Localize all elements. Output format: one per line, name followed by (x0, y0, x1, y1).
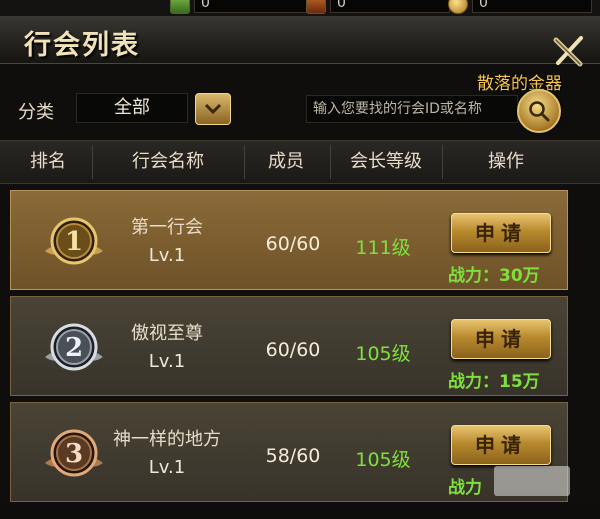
red-resource-icon (306, 0, 326, 14)
leader-level: 111级 (355, 237, 411, 259)
guild-level: Lv.1 (148, 457, 186, 478)
guild-name: 第一行会 (131, 217, 203, 238)
gold-coin-icon (448, 0, 468, 14)
panel-bottom-edge (0, 505, 600, 519)
green-resource-icon (170, 0, 190, 14)
rank-number: 1 (65, 227, 83, 257)
resource-slot: 0 (170, 0, 314, 14)
header-leader-level: 会长等级 (350, 151, 422, 172)
member-count: 60/60 (265, 233, 321, 255)
resource-value: 0 (472, 0, 592, 13)
power-label: 战力： (448, 266, 499, 286)
power-label: 战力 (448, 478, 482, 498)
resource-value: 0 (194, 0, 314, 13)
resource-slot: 0 (448, 0, 592, 14)
power-value: 15万 (499, 372, 540, 392)
guild-level: Lv.1 (148, 245, 186, 266)
header-divider (330, 145, 331, 179)
combat-power: 战力：15万 (448, 367, 540, 392)
leader-level: 105级 (355, 449, 411, 471)
search-input[interactable] (306, 95, 518, 123)
apply-button[interactable]: 申请 (451, 213, 551, 253)
resource-bar: 0 0 0 (0, 0, 600, 16)
apply-button[interactable]: 申请 (451, 425, 551, 465)
guild-level: Lv.1 (148, 351, 186, 372)
chevron-down-icon (204, 103, 222, 115)
category-select[interactable]: 全部 (76, 93, 188, 123)
combat-power: 战力 (448, 473, 482, 498)
resource-slot: 0 (306, 0, 450, 14)
search-button[interactable] (517, 89, 561, 133)
header-members: 成员 (268, 151, 304, 172)
combat-power: 战力：30万 (448, 261, 540, 286)
window-titlebar: 行会列表 (0, 16, 600, 67)
watermark-overlay (494, 466, 570, 496)
apply-button[interactable]: 申请 (451, 319, 551, 359)
rank-gold-medal-icon: 1 (45, 217, 103, 265)
header-rank: 排名 (30, 151, 66, 172)
guild-link-text[interactable]: 散落的金器 (477, 69, 562, 94)
rank-silver-medal-icon: 2 (45, 323, 103, 371)
window-title: 行会列表 (24, 30, 140, 61)
rank-number: 2 (65, 333, 83, 363)
rank-number: 3 (65, 439, 83, 469)
header-divider (442, 145, 443, 179)
guild-name: 神一样的地方 (113, 429, 221, 450)
member-count: 58/60 (265, 445, 321, 467)
close-button[interactable] (552, 34, 586, 68)
header-divider (244, 145, 245, 179)
member-count: 60/60 (265, 339, 321, 361)
header-guild-name: 行会名称 (132, 151, 204, 172)
power-value: 30万 (499, 266, 540, 286)
resource-value: 0 (330, 0, 450, 13)
rank-bronze-medal-icon: 3 (45, 429, 103, 477)
header-action: 操作 (488, 151, 524, 172)
table-row: 1 第一行会 Lv.1 60/60 111级 申请 战力：30万 (10, 190, 568, 290)
table-row: 2 傲视至尊 Lv.1 60/60 105级 申请 战力：15万 (10, 296, 568, 396)
table-row: 3 神一样的地方 Lv.1 58/60 105级 申请 战力 (10, 402, 568, 502)
category-dropdown-button[interactable] (195, 93, 231, 125)
table-header: 排名 行会名称 成员 会长等级 操作 (0, 140, 600, 184)
search-icon (529, 101, 550, 122)
header-divider (92, 145, 93, 179)
leader-level: 105级 (355, 343, 411, 365)
category-label: 分类 (18, 102, 54, 123)
guild-name: 傲视至尊 (131, 323, 203, 344)
power-label: 战力： (448, 372, 499, 392)
close-icon (553, 36, 583, 67)
